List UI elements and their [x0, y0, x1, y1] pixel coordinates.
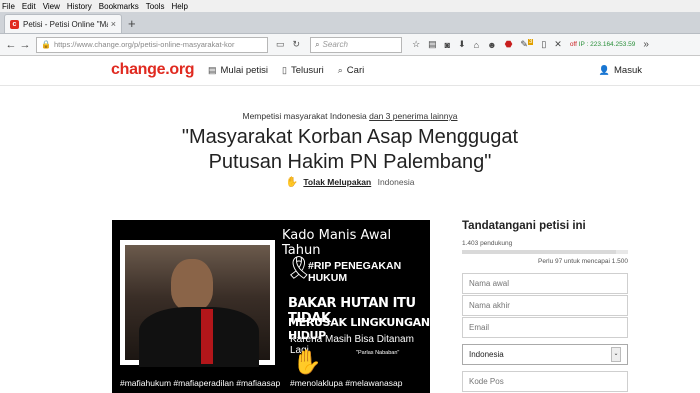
document-icon: ▤ [208, 65, 217, 75]
pocket-icon[interactable]: ◙ [445, 40, 450, 50]
menu-bar: File Edit View History Bookmarks Tools H… [0, 0, 700, 12]
menu-history[interactable]: History [67, 2, 92, 11]
email-field[interactable] [462, 317, 628, 338]
search-input[interactable]: ⌕ Search [310, 36, 403, 53]
download-icon[interactable]: ⬇ [458, 39, 466, 50]
reload-icon[interactable]: ↻ [293, 39, 301, 50]
photo-robe [139, 307, 259, 367]
author-link[interactable]: Tolak Melupakan [303, 177, 371, 187]
change-logo[interactable]: change.org [111, 61, 195, 79]
menu-bookmarks[interactable]: Bookmarks [99, 2, 139, 11]
nav-label: Telusuri [291, 65, 324, 76]
other-recipients-link[interactable]: dan 3 penerima lainnya [369, 111, 457, 121]
forward-icon[interactable]: → [18, 39, 32, 51]
menu-edit[interactable]: Edit [22, 2, 36, 11]
chevron-down-icon: ⌄ [611, 347, 621, 362]
nav-start-petition[interactable]: ▤ Mulai petisi [208, 65, 268, 76]
sign-heading: Tandatangani petisi ini [462, 220, 586, 232]
clipboard-icon[interactable]: ▯ [541, 39, 546, 50]
site-header: change.org ▤ Mulai petisi ▯ Telusuri ⌕ C… [0, 56, 700, 86]
addon-badge: 3 [527, 39, 534, 45]
lock-icon: 🔒 [41, 40, 51, 49]
back-icon[interactable]: ← [4, 39, 18, 51]
toolbar-icons: ☆ ▤ ◙ ⬇ ⌂ ☻ ⬣ ✎3 ▯ ✕ [408, 39, 566, 50]
user-icon: 👤 [598, 65, 611, 75]
nav-label: Cari [346, 65, 365, 76]
progress-fill [462, 250, 617, 254]
red-hand-icon: ✋ [292, 349, 322, 376]
country-select[interactable]: Indonesia ⌄ [462, 344, 628, 365]
more-icon[interactable]: » [643, 39, 649, 50]
new-tab-button[interactable]: + [128, 16, 136, 31]
nav-browse[interactable]: ▯ Telusuri [282, 65, 324, 76]
tab-close-icon[interactable]: × [111, 19, 116, 29]
browser-tab[interactable]: c Petisi - Petisi Online "Masya... × [4, 14, 122, 33]
image-heading: Kado Manis Awal Tahun [282, 228, 392, 258]
last-name-field[interactable] [462, 295, 628, 316]
login-link[interactable]: 👤 Masuk [599, 65, 642, 76]
signature-goal: Perlu 97 untuk mencapai 1.500 [538, 258, 628, 265]
author-location: Indonesia [377, 177, 415, 187]
url-actions: ▭ ↻ [272, 39, 304, 50]
close-x-icon[interactable]: ✕ [554, 39, 562, 50]
menu-file[interactable]: File [2, 2, 15, 11]
image-tags-left: #mafiahukum #mafiaperadilan #mafiaasap [120, 378, 281, 388]
adblock-icon[interactable]: ⬣ [505, 39, 513, 50]
site-nav: ▤ Mulai petisi ▯ Telusuri ⌕ Cari [208, 65, 378, 76]
target-text: Mempetisi masyarakat Indonesia [242, 111, 367, 121]
petition-content: Mempetisi masyarakat Indonesia dan 3 pen… [0, 86, 700, 393]
search-placeholder: Search [322, 40, 348, 49]
photo-face [171, 259, 213, 311]
change-favicon-icon: c [10, 19, 19, 29]
reading-list-icon[interactable]: ▤ [428, 39, 437, 50]
menu-tools[interactable]: Tools [146, 2, 165, 11]
url-bar[interactable]: 🔒 https://www.change.org/p/petisi-online… [36, 36, 268, 53]
chat-icon[interactable]: ☻ [487, 40, 496, 50]
petition-image: Kado Manis Awal Tahun 🎗 #RIP PENEGAKAN H… [112, 220, 430, 393]
tab-strip: c Petisi - Petisi Online "Masya... × + [0, 12, 700, 34]
petition-title: "Masyarakat Korban Asap Menggugat Putusa… [181, 126, 519, 173]
image-tags-right: #menolaklupa #melawanasap [290, 378, 403, 388]
sign-petition-panel: Tandatangani petisi ini 1.403 pendukung … [462, 220, 628, 392]
judge-photo [125, 245, 270, 367]
reader-view-icon[interactable]: ▭ [276, 39, 285, 50]
petition-author: ✋ Tolak Melupakan Indonesia [0, 177, 700, 188]
country-value: Indonesia [469, 350, 504, 359]
first-name-field[interactable] [462, 273, 628, 294]
browse-icon: ▯ [282, 65, 287, 75]
image-rip: #RIP PENEGAKAN HUKUM [308, 260, 402, 284]
menu-help[interactable]: Help [171, 2, 187, 11]
ip-address: IP : 223.164.253.59 [578, 41, 636, 48]
home-icon[interactable]: ⌂ [474, 40, 479, 50]
search-icon: ⌕ [337, 65, 343, 75]
ip-prefix: off [569, 41, 577, 48]
postal-code-field[interactable] [462, 371, 628, 392]
nav-search[interactable]: ⌕ Cari [338, 65, 364, 76]
photo-sash [201, 309, 213, 364]
bookmark-star-icon[interactable]: ☆ [412, 39, 420, 50]
photo-frame [120, 240, 275, 367]
url-text: https://www.change.org/p/petisi-online-m… [53, 40, 235, 49]
petition-target: Mempetisi masyarakat Indonesia dan 3 pen… [0, 111, 700, 121]
ip-indicator: off IP : 223.164.253.59 [570, 41, 636, 48]
tab-title: Petisi - Petisi Online "Masya... [23, 19, 108, 29]
addon-icon[interactable]: ✎3 [520, 39, 534, 50]
image-quote: "Parlas Nababan" [356, 350, 400, 356]
nav-toolbar: ← → 🔒 https://www.change.org/p/petisi-on… [0, 34, 700, 56]
search-icon: ⌕ [315, 39, 320, 49]
supporter-count: 1.403 pendukung [462, 240, 513, 247]
hand-avatar-icon: ✋ [285, 177, 298, 188]
login-label: Masuk [614, 65, 642, 76]
nav-label: Mulai petisi [220, 65, 269, 76]
signature-progress-bar [462, 250, 628, 254]
menu-view[interactable]: View [43, 2, 60, 11]
